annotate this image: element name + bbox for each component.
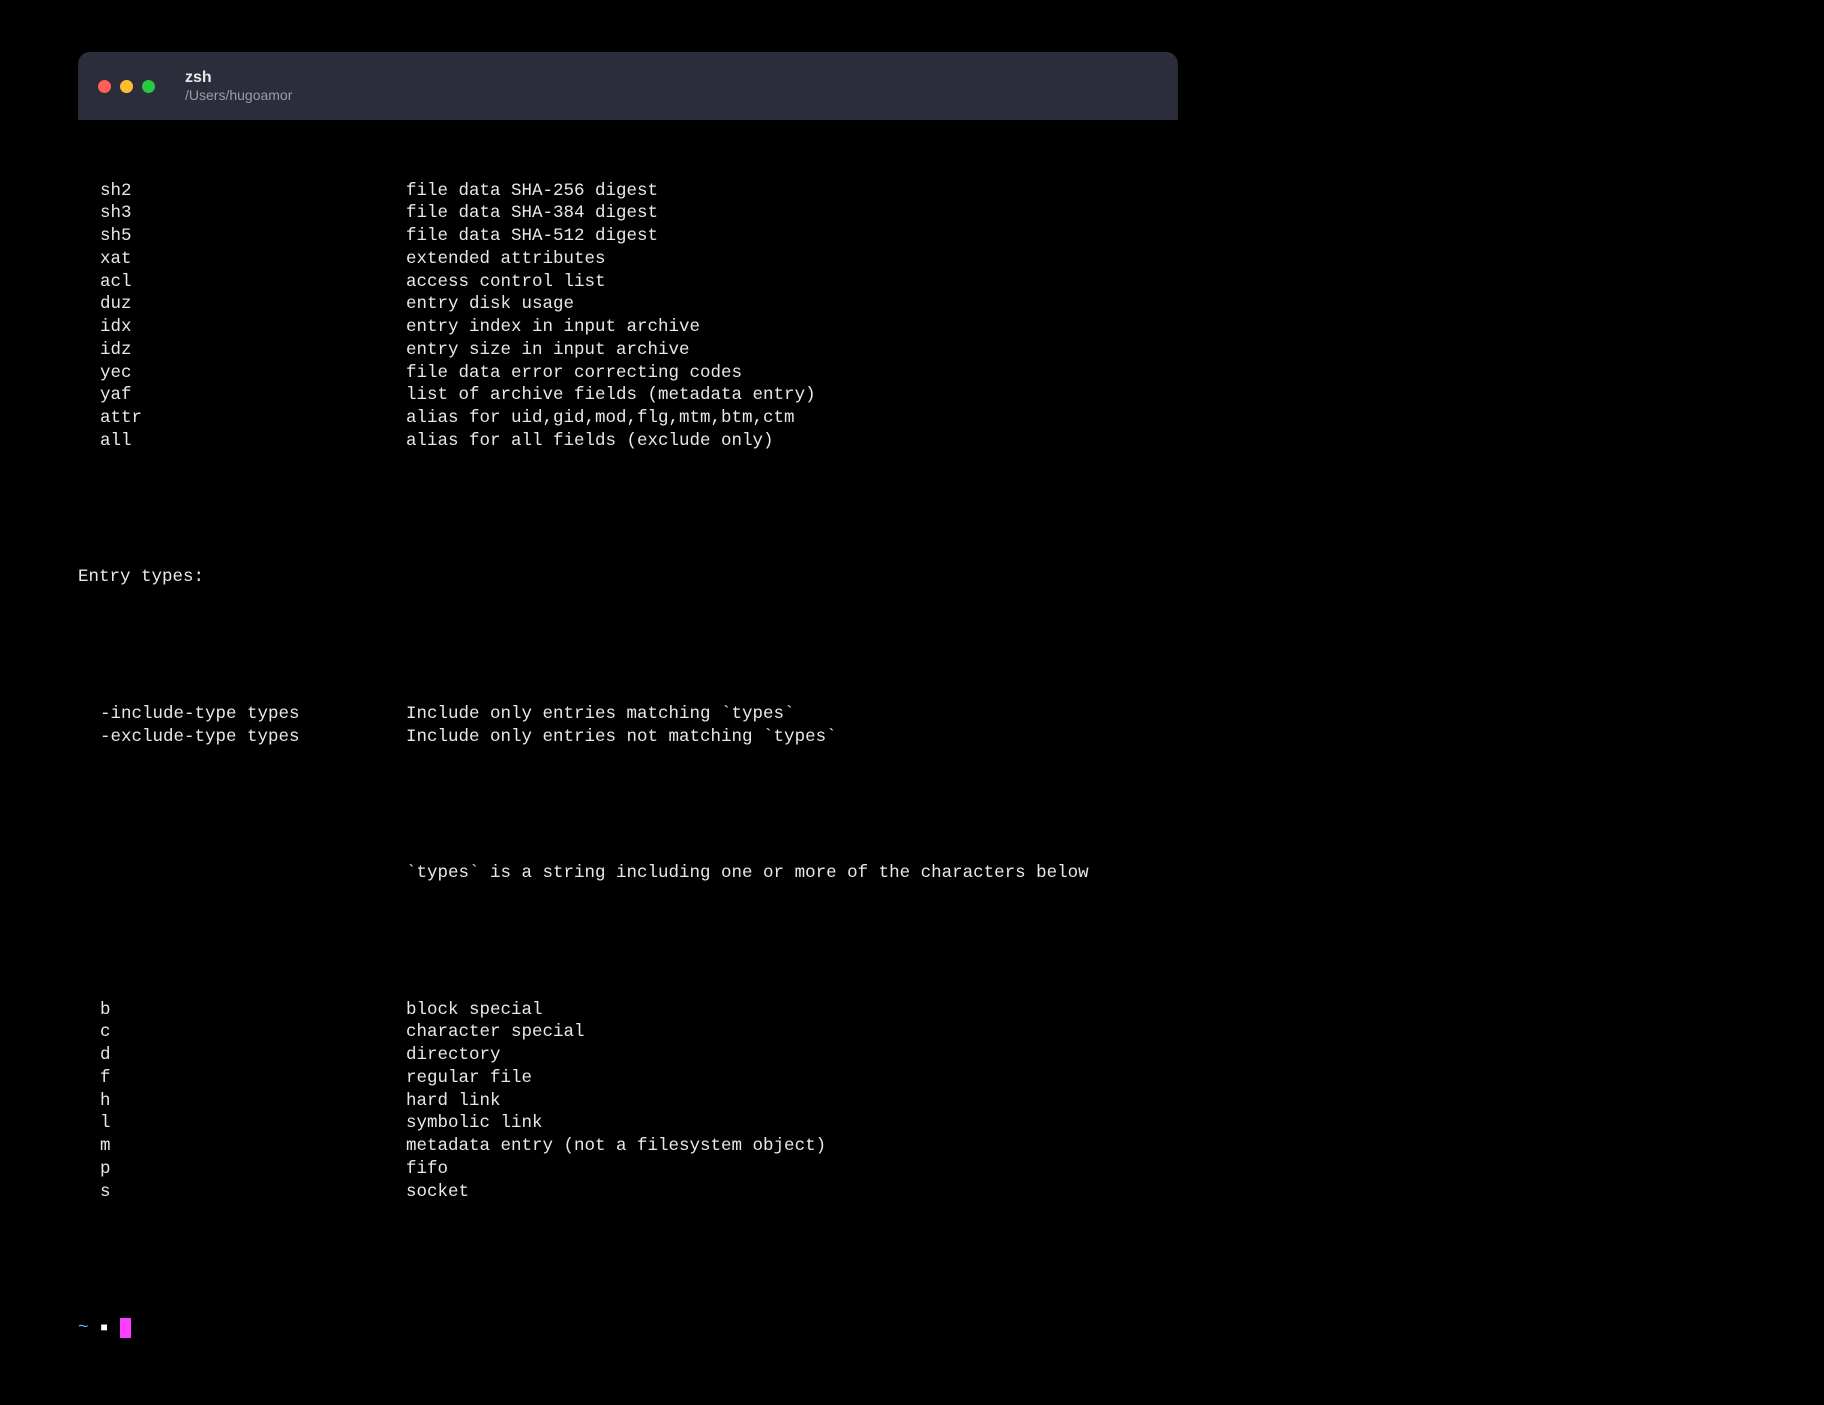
option-key: -exclude-type types: [78, 726, 406, 749]
field-desc: entry disk usage: [406, 293, 1178, 316]
field-desc: access control list: [406, 271, 1178, 294]
type-row: pfifo: [78, 1158, 1178, 1181]
section-header: Entry types:: [78, 566, 1178, 589]
field-key: sh5: [78, 225, 406, 248]
minimize-button[interactable]: [120, 80, 133, 93]
field-row: attralias for uid,gid,mod,flg,mtm,btm,ct…: [78, 407, 1178, 430]
field-key: yaf: [78, 384, 406, 407]
field-desc: entry size in input archive: [406, 339, 1178, 362]
field-row: sh3file data SHA-384 digest: [78, 202, 1178, 225]
field-key: acl: [78, 271, 406, 294]
option-desc: Include only entries matching `types`: [406, 703, 1178, 726]
close-button[interactable]: [98, 80, 111, 93]
type-key: m: [78, 1135, 406, 1158]
type-desc: character special: [406, 1021, 1178, 1044]
window-title: zsh: [185, 69, 292, 87]
type-desc: directory: [406, 1044, 1178, 1067]
maximize-button[interactable]: [142, 80, 155, 93]
field-row: allalias for all fields (exclude only): [78, 430, 1178, 453]
type-desc: regular file: [406, 1067, 1178, 1090]
option-key: -include-type types: [78, 703, 406, 726]
type-row: mmetadata entry (not a filesystem object…: [78, 1135, 1178, 1158]
terminal-body[interactable]: sh2file data SHA-256 digestsh3file data …: [78, 120, 1178, 1405]
field-desc: alias for all fields (exclude only): [406, 430, 1178, 453]
type-key: h: [78, 1090, 406, 1113]
field-desc: alias for uid,gid,mod,flg,mtm,btm,ctm: [406, 407, 1178, 430]
field-row: duzentry disk usage: [78, 293, 1178, 316]
type-row: ddirectory: [78, 1044, 1178, 1067]
field-row: sh2file data SHA-256 digest: [78, 180, 1178, 203]
field-desc: file data SHA-512 digest: [406, 225, 1178, 248]
field-key: idx: [78, 316, 406, 339]
prompt-square-icon: ■: [101, 1321, 108, 1337]
type-key: c: [78, 1021, 406, 1044]
field-desc: entry index in input archive: [406, 316, 1178, 339]
type-row: lsymbolic link: [78, 1112, 1178, 1135]
type-row: hhard link: [78, 1090, 1178, 1113]
field-row: yecfile data error correcting codes: [78, 362, 1178, 385]
field-row: idzentry size in input archive: [78, 339, 1178, 362]
field-key: duz: [78, 293, 406, 316]
option-row: -exclude-type typesInclude only entries …: [78, 726, 1178, 749]
prompt-tilde: ~: [78, 1317, 101, 1340]
field-key: yec: [78, 362, 406, 385]
type-key: f: [78, 1067, 406, 1090]
field-row: aclaccess control list: [78, 271, 1178, 294]
prompt-line[interactable]: ~■: [78, 1317, 1178, 1340]
field-row: yaflist of archive fields (metadata entr…: [78, 384, 1178, 407]
type-key: b: [78, 999, 406, 1022]
field-desc: file data error correcting codes: [406, 362, 1178, 385]
type-key: d: [78, 1044, 406, 1067]
type-desc: hard link: [406, 1090, 1178, 1113]
field-key: xat: [78, 248, 406, 271]
type-row: fregular file: [78, 1067, 1178, 1090]
type-row: ccharacter special: [78, 1021, 1178, 1044]
field-key: attr: [78, 407, 406, 430]
field-key: all: [78, 430, 406, 453]
field-row: xatextended attributes: [78, 248, 1178, 271]
option-row: -include-type typesInclude only entries …: [78, 703, 1178, 726]
type-row: ssocket: [78, 1181, 1178, 1204]
option-desc: Include only entries not matching `types…: [406, 726, 1178, 749]
window-subtitle: /Users/hugoamor: [185, 87, 292, 103]
field-row: sh5file data SHA-512 digest: [78, 225, 1178, 248]
title-info: zsh /Users/hugoamor: [185, 69, 292, 103]
traffic-lights: [98, 80, 155, 93]
types-hint: `types` is a string including one or mor…: [78, 862, 1178, 885]
type-key: s: [78, 1181, 406, 1204]
field-desc: extended attributes: [406, 248, 1178, 271]
terminal-window: zsh /Users/hugoamor sh2file data SHA-256…: [78, 52, 1178, 1405]
field-desc: list of archive fields (metadata entry): [406, 384, 1178, 407]
field-desc: file data SHA-256 digest: [406, 180, 1178, 203]
type-key: p: [78, 1158, 406, 1181]
type-key: l: [78, 1112, 406, 1135]
field-row: idxentry index in input archive: [78, 316, 1178, 339]
type-desc: fifo: [406, 1158, 1178, 1181]
type-desc: socket: [406, 1181, 1178, 1204]
field-key: idz: [78, 339, 406, 362]
field-desc: file data SHA-384 digest: [406, 202, 1178, 225]
type-desc: symbolic link: [406, 1112, 1178, 1135]
field-key: sh3: [78, 202, 406, 225]
cursor: [120, 1318, 131, 1338]
field-key: sh2: [78, 180, 406, 203]
type-desc: metadata entry (not a filesystem object): [406, 1135, 1178, 1158]
type-desc: block special: [406, 999, 1178, 1022]
titlebar: zsh /Users/hugoamor: [78, 52, 1178, 120]
type-row: bblock special: [78, 999, 1178, 1022]
